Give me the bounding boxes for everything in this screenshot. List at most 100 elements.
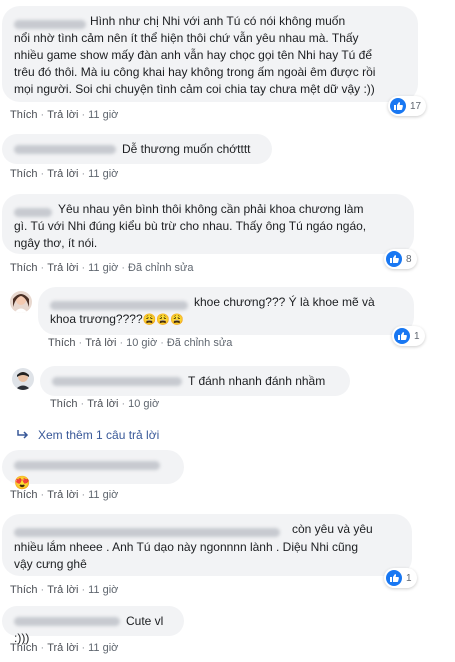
comment-text: Yêu nhau yên bình thôi không cần phải kh… (58, 202, 364, 216)
separator: · (40, 584, 45, 596)
like-button[interactable]: Thích (48, 337, 76, 349)
reply-button[interactable]: Trả lời (47, 489, 78, 501)
timestamp[interactable]: 11 giờ (88, 642, 118, 654)
like-button[interactable]: Thích (10, 489, 38, 501)
comment-text: gì. Tú với Nhi đúng kiểu bù trừ cho nhau… (14, 219, 367, 233)
like-button[interactable]: Thích (10, 168, 38, 180)
separator: · (80, 398, 85, 410)
comment-actions: Thích · Trả lời · 11 giờ (10, 489, 118, 501)
author-name[interactable] (14, 208, 52, 218)
comment-text: ngây thơ, ít nói. (14, 236, 98, 250)
separator: · (40, 168, 45, 180)
separator: · (40, 642, 45, 654)
reaction-number: 1 (406, 572, 412, 584)
comment-text: Hình như chị Nhi với anh Tú có nói không… (90, 14, 346, 28)
reply-arrow-icon (17, 430, 29, 439)
comment-text: khoe chương??? Ý là khoe mẽ và (194, 295, 375, 309)
more-replies-label: Xem thêm 1 câu trả lời (38, 428, 160, 442)
comment-text: trêu đó thôi. Mà iu công khai hay không … (14, 65, 376, 79)
comment-bubble: Yêu nhau yên bình thôi không cần phải kh… (2, 194, 414, 254)
comment-text: T đánh nhanh đánh nhầm (188, 374, 326, 388)
edited-label[interactable]: Đã chỉnh sửa (167, 337, 232, 349)
like-icon (386, 570, 402, 586)
reply-button[interactable]: Trả lời (47, 109, 78, 121)
author-name[interactable] (14, 617, 120, 627)
separator: · (81, 168, 86, 180)
avatar[interactable] (12, 368, 34, 390)
comment-actions: Thích · Trả lời · 10 giờ (50, 398, 159, 410)
separator: · (40, 489, 45, 501)
comment-actions: Thích · Trả lời · 11 giờ · Đã chỉnh sửa (10, 262, 193, 274)
author-name[interactable] (14, 461, 160, 471)
comment-bubble: 😍 (2, 450, 184, 490)
comment-actions: Thích · Trả lời · 11 giờ (10, 584, 118, 596)
separator: · (81, 109, 86, 121)
timestamp[interactable]: 11 giờ (88, 262, 118, 274)
separator: · (121, 262, 126, 274)
more-replies-link[interactable]: Xem thêm 1 câu trả lời (16, 428, 159, 442)
reaction-count[interactable]: 17 (388, 96, 427, 116)
separator: · (81, 642, 86, 654)
like-icon (386, 251, 402, 267)
reaction-number: 17 (410, 100, 422, 112)
comment-text: mọi người. Soi chi chuyện tình cảm coi c… (14, 82, 375, 96)
separator: · (121, 398, 126, 410)
reaction-count[interactable]: 1 (384, 568, 417, 588)
author-name[interactable] (50, 301, 188, 311)
comment-text: Dễ thương muốn chớtttt (122, 142, 251, 156)
reply-button[interactable]: Trả lời (87, 398, 118, 410)
separator: · (78, 337, 83, 349)
reaction-number: 1 (414, 330, 420, 342)
comment-actions: Thích · Trả lời · 11 giờ (10, 642, 118, 654)
like-button[interactable]: Thích (50, 398, 78, 410)
comment-bubble: Hình như chị Nhi với anh Tú có nói không… (2, 6, 418, 102)
edited-label[interactable]: Đã chỉnh sửa (128, 262, 193, 274)
reply-button[interactable]: Trả lời (85, 337, 116, 349)
reply-button[interactable]: Trả lời (47, 584, 78, 596)
author-name[interactable] (14, 145, 116, 155)
like-button[interactable]: Thích (10, 642, 38, 654)
comment-text: còn yêu và yêu (292, 522, 373, 536)
comment-actions: Thích · Trả lời · 11 giờ (10, 168, 118, 180)
comment-actions: Thích · Trả lời · 11 giờ (10, 109, 118, 121)
comment-text: nhiều lắm nheee . Anh Tú dạo này ngonnnn… (14, 540, 359, 554)
timestamp[interactable]: 11 giờ (88, 168, 118, 180)
timestamp[interactable]: 10 giờ (128, 398, 159, 410)
timestamp[interactable]: 11 giờ (88, 109, 118, 121)
tired-face-emoji-icon: 😩😩😩 (142, 314, 184, 326)
separator: · (81, 262, 86, 274)
comment-bubble: T đánh nhanh đánh nhầm (40, 366, 350, 396)
separator: · (81, 584, 86, 596)
comment-bubble: Dễ thương muốn chớtttt (2, 134, 272, 164)
comment-text: vậy cưng ghê (14, 557, 87, 571)
comment-bubble: khoe chương??? Ý là khoe mẽ và khoa trươ… (38, 287, 414, 335)
comment-bubble: còn yêu và yêu nhiều lắm nheee . Anh Tú … (2, 514, 412, 576)
like-button[interactable]: Thích (10, 584, 38, 596)
heart-eyes-emoji-icon: 😍 (14, 475, 31, 490)
reply-button[interactable]: Trả lời (47, 262, 78, 274)
separator: · (40, 262, 45, 274)
like-button[interactable]: Thích (10, 109, 38, 121)
reply-button[interactable]: Trả lời (47, 168, 78, 180)
timestamp[interactable]: 10 giờ (126, 337, 157, 349)
comment-text: khoa trương???? (50, 312, 143, 326)
like-icon (390, 98, 406, 114)
like-button[interactable]: Thích (10, 262, 38, 274)
reaction-number: 8 (406, 253, 412, 265)
reply-button[interactable]: Trả lời (47, 642, 78, 654)
timestamp[interactable]: 11 giờ (88, 489, 118, 501)
separator: · (81, 489, 86, 501)
author-name[interactable] (14, 20, 86, 30)
comment-text: nhiều game show mấy đàn anh vẫn hay chọc… (14, 48, 373, 62)
reaction-count[interactable]: 8 (384, 249, 417, 269)
comment-bubble: Cute vl :))) (2, 606, 184, 645)
timestamp[interactable]: 11 giờ (88, 584, 118, 596)
comment-actions: Thích · Trả lời · 10 giờ · Đã chỉnh sửa (48, 337, 232, 349)
separator: · (160, 337, 164, 349)
author-name[interactable] (52, 377, 182, 387)
separator: · (119, 337, 124, 349)
author-name[interactable] (14, 528, 280, 538)
reaction-count[interactable]: 1 (392, 326, 425, 346)
comment-text: nổi nhờ tình cảm nên ít thể hiện thôi ch… (14, 31, 359, 45)
avatar[interactable] (10, 291, 32, 313)
